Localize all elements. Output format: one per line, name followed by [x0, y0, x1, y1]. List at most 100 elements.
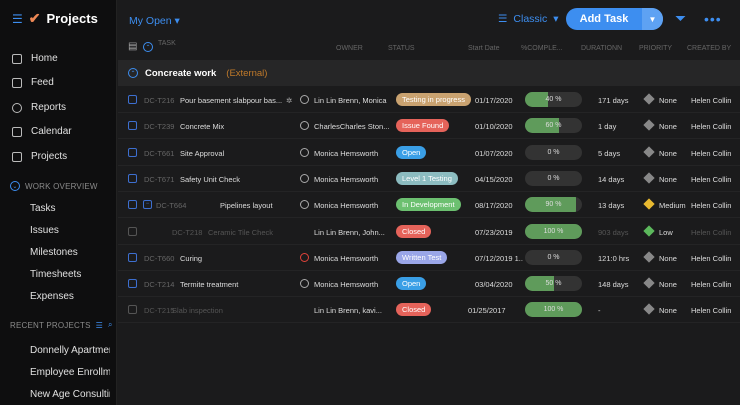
status-badge[interactable]: Closed [396, 224, 432, 238]
owner[interactable]: Lin Lin Brenn, Monica [314, 96, 394, 105]
layout-selector[interactable]: ☰ Classic ▾ [498, 13, 559, 25]
timer-icon[interactable] [300, 173, 309, 183]
projects-logo-icon: ✔ [28, 10, 41, 26]
status-badge[interactable]: Closed [396, 303, 432, 317]
col-duration[interactable]: DURATIONN [581, 45, 622, 52]
group-header[interactable]: ⌃ Concreate work (External) [118, 60, 740, 86]
owner[interactable]: Monica Hemsworth [314, 201, 394, 210]
row-checkbox[interactable] [128, 95, 137, 104]
nav-calendar[interactable]: Calendar [12, 126, 72, 137]
row-checkbox[interactable] [128, 147, 137, 157]
menu-icon[interactable]: ☰ [12, 12, 23, 26]
row-checkbox[interactable] [128, 121, 137, 131]
collapse-all-icon[interactable]: ⌃ [143, 42, 153, 52]
priority[interactable]: Medium [659, 201, 686, 210]
view-selector[interactable]: My Open ▾ [129, 15, 180, 27]
nav-reports[interactable]: Reports [12, 102, 66, 113]
priority[interactable]: None [659, 149, 677, 158]
owner[interactable]: Monica Hemsworth [314, 280, 394, 289]
status-badge[interactable]: Open [396, 277, 427, 291]
table-row[interactable]: DC-T660 Curing Monica Hemsworth Written … [118, 245, 740, 271]
row-checkbox[interactable] [128, 173, 137, 183]
timer-icon[interactable] [300, 147, 309, 157]
status-badge[interactable]: Level 1 Testing [396, 171, 458, 185]
recent-project[interactable]: New Age Consulting [30, 389, 110, 400]
task-name[interactable]: Ceramic Tile Check [208, 228, 273, 237]
table-row[interactable]: DC-T661 Site Approval Monica Hemsworth O… [118, 140, 740, 166]
priority[interactable]: None [659, 254, 677, 263]
nav-home[interactable]: Home [12, 53, 58, 64]
owner[interactable]: Monica Hemsworth [314, 175, 394, 184]
filter-icon[interactable]: ⏷ [675, 10, 686, 27]
task-name[interactable]: Pour basement slabpour bas... [180, 96, 282, 105]
timer-icon[interactable] [300, 95, 309, 104]
timer-icon[interactable] [300, 279, 309, 289]
nav-issues[interactable]: Issues [30, 225, 59, 236]
work-overview-section[interactable]: ⌄ WORK OVERVIEW [10, 181, 98, 191]
search-icon[interactable]: ⌕ [108, 320, 113, 330]
table-row[interactable]: DC-T216 Pour basement slabpour bas... ✲ … [118, 87, 740, 113]
collapse-icon[interactable]: ⌃ [128, 68, 138, 78]
task-name[interactable]: Safety Unit Check [180, 175, 240, 184]
owner[interactable]: Lin Lin Brenn, kavi... [314, 306, 394, 315]
priority[interactable]: None [659, 306, 677, 315]
status-badge[interactable]: In Development [396, 198, 461, 212]
timer-icon[interactable] [300, 252, 309, 262]
row-checkbox[interactable] [128, 226, 137, 236]
row-checkbox[interactable] [128, 305, 137, 315]
table-row[interactable]: DC-T215 Slab inspection Lin Lin Brenn, k… [118, 297, 740, 324]
col-complete[interactable]: %COMPLE... [521, 45, 563, 52]
timer-icon[interactable] [300, 200, 309, 210]
sliders-icon[interactable]: ☰ [96, 321, 103, 330]
table-row[interactable]: − DC-T664 Pipelines layout Monica Hemswo… [118, 192, 740, 219]
col-start-date[interactable]: Start Date [468, 45, 500, 52]
timer-icon[interactable] [300, 121, 309, 131]
column-settings-icon[interactable]: ▤ [128, 41, 137, 52]
nav-expenses[interactable]: Expenses [30, 291, 74, 302]
status-badge[interactable]: Issue Found [396, 119, 450, 133]
table-row[interactable]: DC-T671 Safety Unit Check Monica Hemswor… [118, 166, 740, 192]
row-checkbox[interactable] [128, 252, 137, 262]
recent-project[interactable]: Donnelly Apartments [30, 345, 110, 356]
task-name[interactable]: Termite treatment [180, 280, 238, 289]
task-name[interactable]: Curing [180, 254, 202, 263]
priority-icon [643, 251, 655, 263]
col-owner[interactable]: OWNER [336, 45, 363, 52]
priority[interactable]: None [659, 280, 677, 289]
row-checkbox[interactable] [128, 279, 137, 289]
table-row[interactable]: DC-T218 Ceramic Tile Check Lin Lin Brenn… [118, 219, 740, 245]
priority[interactable]: None [659, 96, 677, 105]
col-task[interactable]: TASK [158, 40, 176, 47]
caret-down-icon[interactable]: ▼ [642, 8, 663, 30]
task-name[interactable]: Slab inspection [172, 306, 223, 315]
nav-timesheets[interactable]: Timesheets [30, 269, 81, 280]
nav-feed[interactable]: Feed [12, 77, 54, 88]
task-name[interactable]: Pipelines layout [220, 201, 273, 210]
nav-projects[interactable]: Projects [12, 151, 67, 162]
owner[interactable]: Monica Hemsworth [314, 254, 394, 263]
owner[interactable]: Lin Lin Brenn, John... [314, 228, 394, 237]
add-task-button[interactable]: Add Task ▼ [566, 8, 663, 30]
priority[interactable]: None [659, 122, 677, 131]
nav-milestones[interactable]: Milestones [30, 247, 78, 258]
task-name[interactable]: Concrete Mix [180, 122, 224, 131]
col-status[interactable]: STATUS [388, 45, 415, 52]
more-icon[interactable]: ••• [704, 11, 722, 27]
col-created-by[interactable]: CREATED BY [687, 45, 731, 52]
table-row[interactable]: DC-T214 Termite treatment Monica Hemswor… [118, 271, 740, 298]
created-by: Helen Collin [691, 253, 732, 263]
table-row[interactable]: DC-T239 Concrete Mix CharlesCharles Ston… [118, 113, 740, 140]
recent-project[interactable]: Employee Enrollment [30, 367, 110, 378]
status-badge[interactable]: Written Test [396, 250, 448, 264]
row-checkbox[interactable] [128, 200, 137, 210]
priority[interactable]: Low [659, 228, 673, 237]
owner[interactable]: Monica Hemsworth [314, 149, 394, 158]
owner[interactable]: CharlesCharles Ston... [314, 122, 394, 131]
status-badge[interactable]: Open [396, 145, 427, 159]
status-badge[interactable]: Testing in progress [396, 93, 471, 106]
subtask-collapse-icon[interactable]: − [143, 200, 152, 210]
nav-tasks[interactable]: Tasks [30, 203, 56, 214]
task-name[interactable]: Site Approval [180, 149, 224, 158]
col-priority[interactable]: PRIORITY [639, 45, 672, 52]
priority[interactable]: None [659, 175, 677, 184]
